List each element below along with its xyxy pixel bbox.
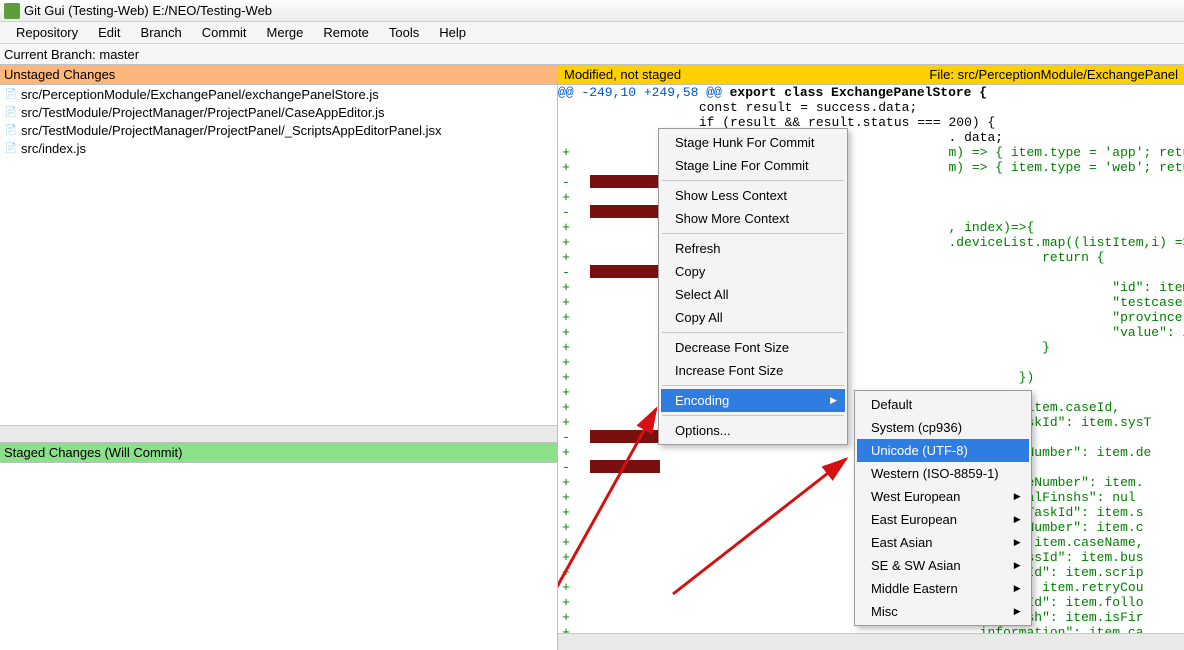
enc-east-european[interactable]: East European▶ [857,508,1029,531]
enc-middle-eastern[interactable]: Middle Eastern▶ [857,577,1029,600]
menu-bar: RepositoryEditBranchCommitMergeRemoteToo… [0,22,1184,44]
enc-se-sw-asian[interactable]: SE & SW Asian▶ [857,554,1029,577]
file-item[interactable]: 📄src/PerceptionModule/ExchangePanel/exch… [0,85,557,103]
title-bar: Git Gui (Testing-Web) E:/NEO/Testing-Web [0,0,1184,22]
file-path: src/PerceptionModule/ExchangePanel/excha… [21,87,379,102]
separator [662,385,844,386]
menu-commit[interactable]: Commit [192,23,257,42]
ctx-stage-line-for-commit[interactable]: Stage Line For Commit [661,154,845,177]
menu-merge[interactable]: Merge [257,23,314,42]
file-path: src/index.js [21,141,86,156]
branch-bar: Current Branch: master [0,44,1184,64]
ctx-copy[interactable]: Copy [661,260,845,283]
ctx-show-less-context[interactable]: Show Less Context [661,184,845,207]
file-item[interactable]: 📄src/index.js [0,139,557,157]
context-menu[interactable]: Stage Hunk For CommitStage Line For Comm… [658,128,848,445]
current-branch-label: Current Branch: master [4,47,139,62]
file-icon: 📄 [4,123,18,137]
enc-default[interactable]: Default [857,393,1029,416]
file-item[interactable]: 📄src/TestModule/ProjectManager/ProjectPa… [0,103,557,121]
menu-branch[interactable]: Branch [131,23,192,42]
separator [662,415,844,416]
file-icon: 📄 [4,141,18,155]
ctx-refresh[interactable]: Refresh [661,237,845,260]
enc-unicode-utf-8-[interactable]: Unicode (UTF-8) [857,439,1029,462]
diff-file-label: File: src/PerceptionModule/ExchangePanel [929,67,1178,82]
ctx-stage-hunk-for-commit[interactable]: Stage Hunk For Commit [661,131,845,154]
menu-help[interactable]: Help [429,23,476,42]
enc-system-cp936-[interactable]: System (cp936) [857,416,1029,439]
file-path: src/TestModule/ProjectManager/ProjectPan… [21,123,442,138]
window-title: Git Gui (Testing-Web) E:/NEO/Testing-Web [24,3,272,18]
menu-tools[interactable]: Tools [379,23,429,42]
unstaged-file-list[interactable]: 📄src/PerceptionModule/ExchangePanel/exch… [0,85,557,425]
enc-western-iso-8859-1-[interactable]: Western (ISO-8859-1) [857,462,1029,485]
ctx-show-more-context[interactable]: Show More Context [661,207,845,230]
staged-header: Staged Changes (Will Commit) [0,442,557,463]
enc-east-asian[interactable]: East Asian▶ [857,531,1029,554]
app-icon [4,3,20,19]
menu-repository[interactable]: Repository [6,23,88,42]
enc-west-european[interactable]: West European▶ [857,485,1029,508]
menu-edit[interactable]: Edit [88,23,130,42]
unstaged-header-label: Unstaged Changes [4,67,115,82]
diff-status-label: Modified, not staged [564,67,681,82]
separator [662,180,844,181]
encoding-submenu[interactable]: DefaultSystem (cp936)Unicode (UTF-8)West… [854,390,1032,626]
unstaged-header: Unstaged Changes [0,64,557,85]
file-item[interactable]: 📄src/TestModule/ProjectManager/ProjectPa… [0,121,557,139]
staged-header-label: Staged Changes (Will Commit) [4,445,182,460]
ctx-copy-all[interactable]: Copy All [661,306,845,329]
separator [662,233,844,234]
staged-file-list[interactable] [0,463,557,650]
file-icon: 📄 [4,87,18,101]
menu-remote[interactable]: Remote [313,23,379,42]
ctx-encoding[interactable]: Encoding▶ [661,389,845,412]
scrollbar[interactable] [0,425,557,442]
scrollbar[interactable] [558,633,1184,650]
ctx-select-all[interactable]: Select All [661,283,845,306]
ctx-decrease-font-size[interactable]: Decrease Font Size [661,336,845,359]
enc-misc[interactable]: Misc▶ [857,600,1029,623]
separator [662,332,844,333]
ctx-options-[interactable]: Options... [661,419,845,442]
file-icon: 📄 [4,105,18,119]
ctx-increase-font-size[interactable]: Increase Font Size [661,359,845,382]
file-path: src/TestModule/ProjectManager/ProjectPan… [21,105,384,120]
diff-header: Modified, not staged File: src/Perceptio… [558,64,1184,85]
